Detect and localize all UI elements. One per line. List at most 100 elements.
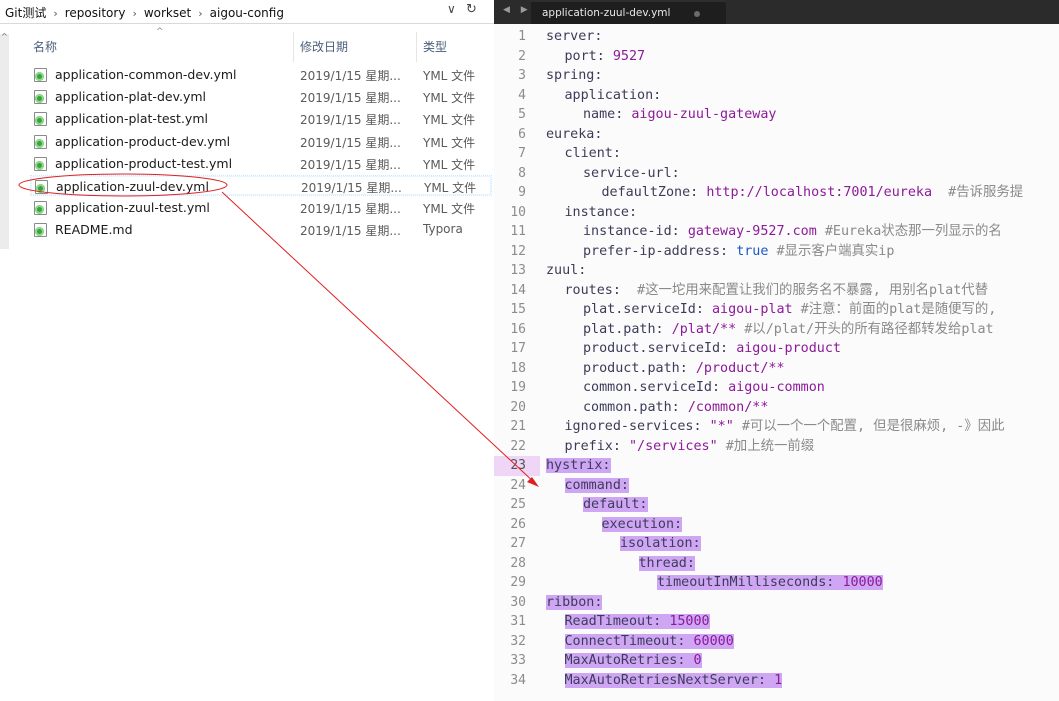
line-number: 3 [518,68,526,83]
refresh-icon[interactable]: ↻ [466,2,484,20]
file-row[interactable]: application-product-dev.yml 2019/1/15 星期.… [30,131,492,152]
line-number: 7 [518,146,526,161]
file-date: 2019/1/15 星期... [300,91,401,106]
code-line[interactable]: defaultZone: http://localhost:7001/eurek… [546,183,1024,203]
tab-nav-arrows-icon[interactable]: ◀ ▶ [503,5,532,15]
code-value: 1 [774,672,783,688]
code-comment: #这一坨用来配置让我们的服务名不暴露, 用别名plat代替 [629,282,989,298]
code-comment: #以/plat/开头的所有路径都转发给plat [736,321,994,337]
address-bar[interactable]: Git测试 › repository › workset › aigou-config ∨ … [0,0,494,24]
file-row[interactable]: application-plat-dev.yml 2019/1/15 星期... Y… [30,86,492,107]
code-key: common.serviceId: [583,380,729,395]
code-line[interactable]: application: [546,86,662,106]
code-line[interactable]: instance-id: gateway-9527.com #Eureka状态那… [546,222,1002,242]
code-line[interactable]: spring: [546,66,602,86]
code-line[interactable]: service-url: [546,164,680,184]
yml-file-icon [34,134,47,149]
line-number: 30 [510,594,526,610]
file-row[interactable]: application-zuul-test.yml 2019/1/15 星期...… [30,197,492,218]
file-explorer: Git测试 › repository › workset › aigou-config ∨ … [0,0,494,701]
code-line[interactable]: execution: [546,515,683,535]
code-line[interactable]: timeoutInMilliseconds: 10000 [546,573,883,593]
code-line[interactable]: plat.path: /plat/** #以/plat/开头的所有路径都转发给p… [546,320,994,340]
file-row[interactable]: application-product-test.yml 2019/1/15 星期… [30,153,492,174]
code-line[interactable]: thread: [546,554,695,574]
code-line[interactable]: default: [546,495,648,515]
line-number: 32 [510,633,526,649]
tab-label: application-zuul-dev.yml [542,7,671,19]
code-line[interactable]: routes: #这一坨用来配置让我们的服务名不暴露, 用别名plat代替 [546,281,989,301]
breadcrumb-item-workset[interactable]: workset [144,6,191,20]
navigation-pane-scrollbar[interactable]: ^ [0,32,9,249]
code-line[interactable]: plat.serviceId: aigou-plat #注意：前面的plat是随… [546,300,996,320]
code-line[interactable]: hystrix: [546,456,611,476]
file-name: application-zuul-test.yml [55,200,210,216]
code-line[interactable]: eureka: [546,125,602,145]
breadcrumb-item-git[interactable]: Git测试 [5,4,46,21]
code-value: true [736,243,769,259]
code-line[interactable]: client: [546,144,621,164]
code-line[interactable]: MaxAutoRetriesNextServer: 1 [546,671,783,691]
code-line[interactable]: port: 9527 [546,47,646,67]
line-number: 9 [518,185,526,200]
breadcrumb-item-repository[interactable]: repository [65,6,126,20]
file-row[interactable]: application-zuul-dev.yml 2019/1/15 星期... Y… [30,175,492,196]
code-line[interactable]: prefer-ip-address: true #显示客户端真实ip [546,242,894,262]
code-line[interactable]: ReadTimeout: 15000 [546,612,710,632]
line-number: 34 [510,672,526,688]
column-header-name[interactable]: 名称 [33,38,57,55]
chevron-right-icon: › [53,7,58,20]
code-line[interactable]: ignored-services: "*" #可以一个一个配置, 但是很麻烦, … [546,417,1005,437]
column-header-date[interactable]: 修改日期 [300,38,348,55]
code-key: ribbon: [546,594,603,610]
column-divider[interactable] [293,32,294,62]
code-line[interactable]: ribbon: [546,593,603,613]
file-name: application-product-test.yml [55,155,233,171]
code-line[interactable]: ConnectTimeout: 60000 [546,632,734,652]
code-line[interactable]: instance: [546,203,638,223]
tab-application-zuul-dev[interactable]: application-zuul-dev.yml [531,0,726,24]
line-number: 27 [510,536,526,551]
line-number: 18 [510,360,526,376]
column-header-type[interactable]: 类型 [423,38,447,55]
code-line[interactable]: MaxAutoRetries: 0 [546,651,702,671]
code-value: http://localhost:7001/eureka [706,185,933,200]
file-date: 2019/1/15 星期... [300,113,401,128]
file-row[interactable]: application-common-dev.yml 2019/1/15 星期..… [30,64,492,85]
code-key: ignored-services: [564,419,710,434]
code-line[interactable]: name: aigou-zuul-gateway [546,105,777,125]
code-editor: ◀ ▶ application-zuul-dev.yml 1 2 3 4 5 6 7 8 9 10… [494,0,1059,701]
column-divider[interactable] [416,32,417,62]
breadcrumb-item-aigou-config[interactable]: aigou-config [210,6,284,20]
code-line[interactable]: product.path: /product/** [546,359,785,379]
chevron-down-icon[interactable]: ∨ [447,2,461,20]
file-type: YML 文件 [423,69,476,83]
file-type: YML 文件 [423,202,476,217]
line-number: 21 [510,419,526,434]
code-line[interactable]: prefix: "/services" #加上统一前缀 [546,437,815,457]
yml-file-icon [34,201,47,216]
code-line[interactable]: product.serviceId: aigou-product [546,339,841,359]
chevron-right-icon: › [198,7,203,20]
code-line[interactable]: isolation: [546,534,701,554]
code-line[interactable]: zuul: [546,261,586,281]
column-header-row: ^ 名称 修改日期 类型 [0,24,494,64]
line-number: 31 [510,614,526,629]
code-key: ReadTimeout: [564,614,670,629]
code-comment: #显示客户端真实ip [768,243,895,259]
file-type: YML 文件 [423,91,476,106]
code-value: 15000 [669,614,710,629]
file-row[interactable]: application-plat-test.yml 2019/1/15 星期...… [30,108,492,129]
file-type: YML 文件 [423,135,476,150]
code-line[interactable]: common.serviceId: aigou-common [546,378,825,398]
code-line[interactable]: server: [546,27,602,47]
code-line[interactable]: common.path: /common/** [546,398,768,418]
code-line[interactable]: command: [546,476,629,496]
code-value: 10000 [842,575,883,590]
unsaved-dot-icon[interactable] [694,11,700,17]
yml-file-icon [34,112,47,127]
code-key: instance: [564,204,638,220]
line-number: 22 [510,438,526,454]
code-key: eureka: [546,126,603,142]
file-row[interactable]: README.md 2019/1/15 星期... Typora [30,219,492,240]
